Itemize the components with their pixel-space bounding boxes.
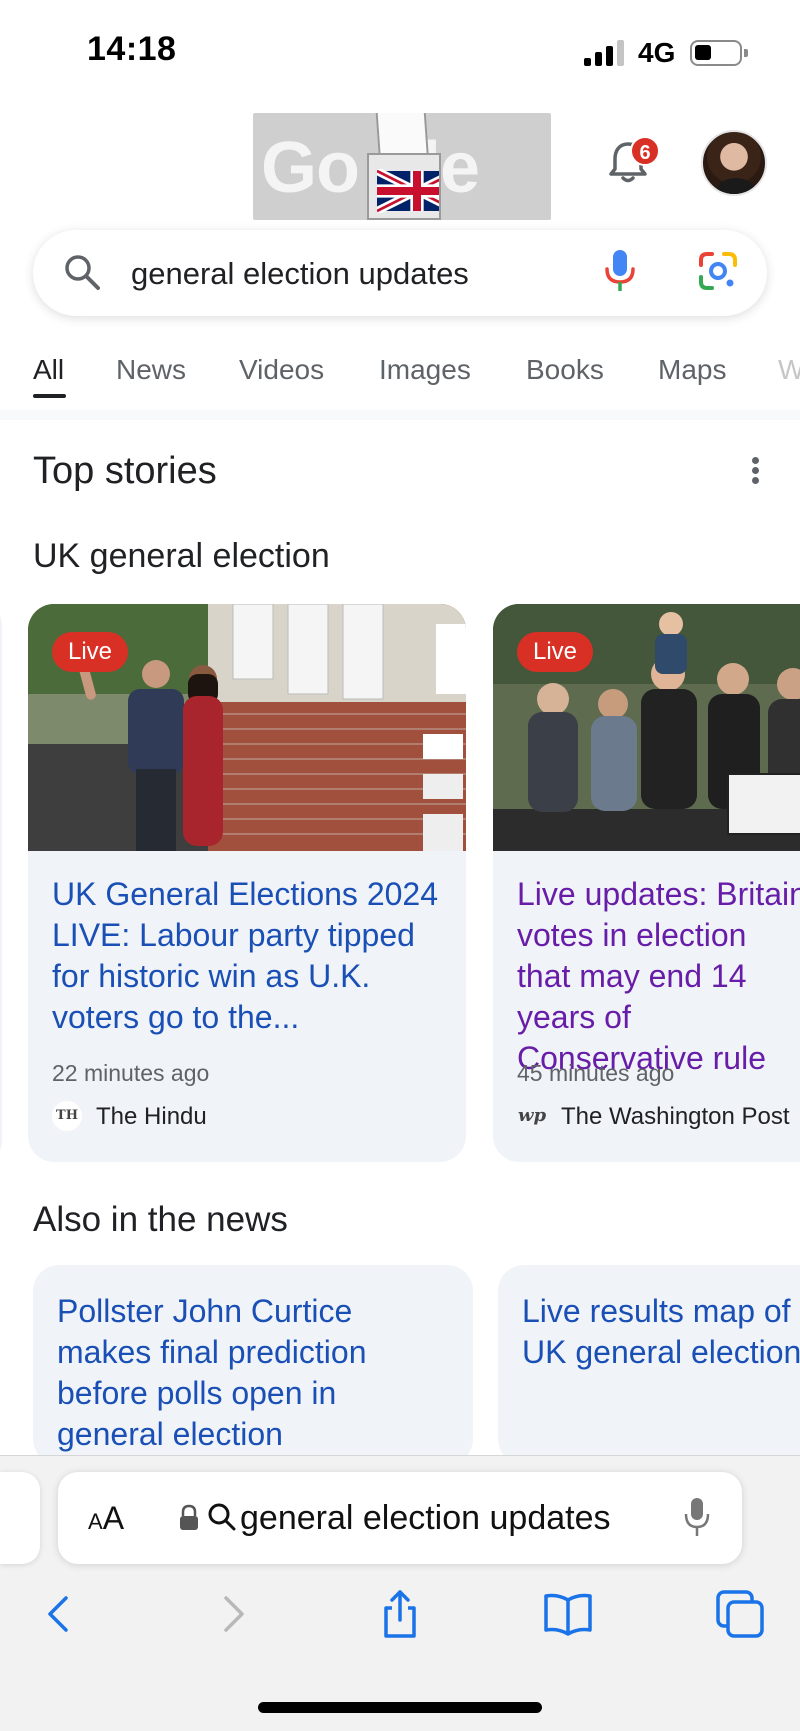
section-heading: UK general election (33, 537, 330, 575)
tab-images[interactable]: Images (379, 354, 471, 386)
news-card-headline[interactable]: Pollster John Curtice makes final predic… (57, 1291, 447, 1455)
cellular-signal-icon (584, 40, 626, 66)
search-icon (65, 255, 100, 290)
previous-card-peek[interactable] (0, 604, 2, 1162)
search-input[interactable]: general election updates (131, 256, 469, 292)
story-time: 45 minutes ago (517, 1060, 675, 1086)
more-options-icon[interactable] (748, 455, 762, 487)
back-icon[interactable] (34, 1588, 86, 1640)
search-icon (208, 1503, 236, 1531)
voice-search-mic-icon[interactable] (600, 248, 640, 294)
share-icon[interactable] (374, 1588, 426, 1640)
story-source: The Hindu (96, 1103, 207, 1130)
tab-books[interactable]: Books (526, 354, 604, 386)
previous-tab-peek[interactable] (0, 1472, 40, 1564)
battery-icon (690, 40, 748, 66)
source-logo: wp (517, 1105, 547, 1126)
story-source: The Washington Post (561, 1103, 790, 1130)
union-jack-flag-icon (377, 169, 439, 213)
lock-icon (180, 1504, 198, 1530)
story-headline[interactable]: UK General Elections 2024 LIVE: Labour p… (52, 874, 442, 1038)
story-card[interactable]: Live UK General Elections 2024 LIVE: Lab… (28, 604, 466, 1162)
top-stories-heading: Top stories (33, 450, 217, 492)
ballot-paper-graphic (375, 113, 429, 159)
news-card-headline[interactable]: Live results map of UK general election (522, 1291, 800, 1373)
tab-all[interactable]: All (33, 354, 64, 386)
tab-partial[interactable]: W (778, 354, 800, 386)
story-card[interactable]: Live Live updates: Britain votes in elec… (493, 604, 800, 1162)
notification-count-badge: 6 (630, 136, 660, 166)
also-in-news-heading: Also in the news (33, 1200, 288, 1239)
news-card[interactable]: Live results map of UK general election (498, 1265, 800, 1465)
ballot-box-graphic (367, 153, 441, 220)
page-settings-button[interactable]: AA (88, 1500, 124, 1537)
bookmarks-icon[interactable] (542, 1588, 594, 1640)
tabs-overview-icon[interactable] (714, 1588, 766, 1640)
story-headline[interactable]: Live updates: Britain votes in election … (517, 874, 800, 1079)
tab-maps[interactable]: Maps (658, 354, 726, 386)
status-bar: 14:18 4G (0, 0, 800, 100)
divider (0, 410, 800, 420)
story-time: 22 minutes ago (52, 1060, 210, 1086)
source-logo: TH (52, 1101, 82, 1131)
google-doodle-logo[interactable]: Go gle (253, 113, 551, 220)
dictation-mic-icon[interactable] (682, 1496, 712, 1538)
search-tabs: All News Videos Images Books Maps W (0, 350, 800, 410)
tab-news[interactable]: News (116, 354, 186, 386)
network-type: 4G (638, 37, 676, 68)
live-badge: Live (517, 632, 594, 672)
google-lens-icon[interactable] (697, 250, 739, 292)
account-avatar[interactable] (701, 130, 767, 196)
status-time: 14:18 (87, 30, 177, 68)
live-badge: Live (52, 632, 129, 672)
forward-icon[interactable] (206, 1588, 258, 1640)
news-card[interactable]: Pollster John Curtice makes final predic… (33, 1265, 473, 1465)
active-tab-indicator (33, 394, 66, 398)
tab-videos[interactable]: Videos (239, 354, 324, 386)
home-indicator (258, 1702, 542, 1713)
address-text[interactable]: general election updates (240, 1499, 611, 1538)
